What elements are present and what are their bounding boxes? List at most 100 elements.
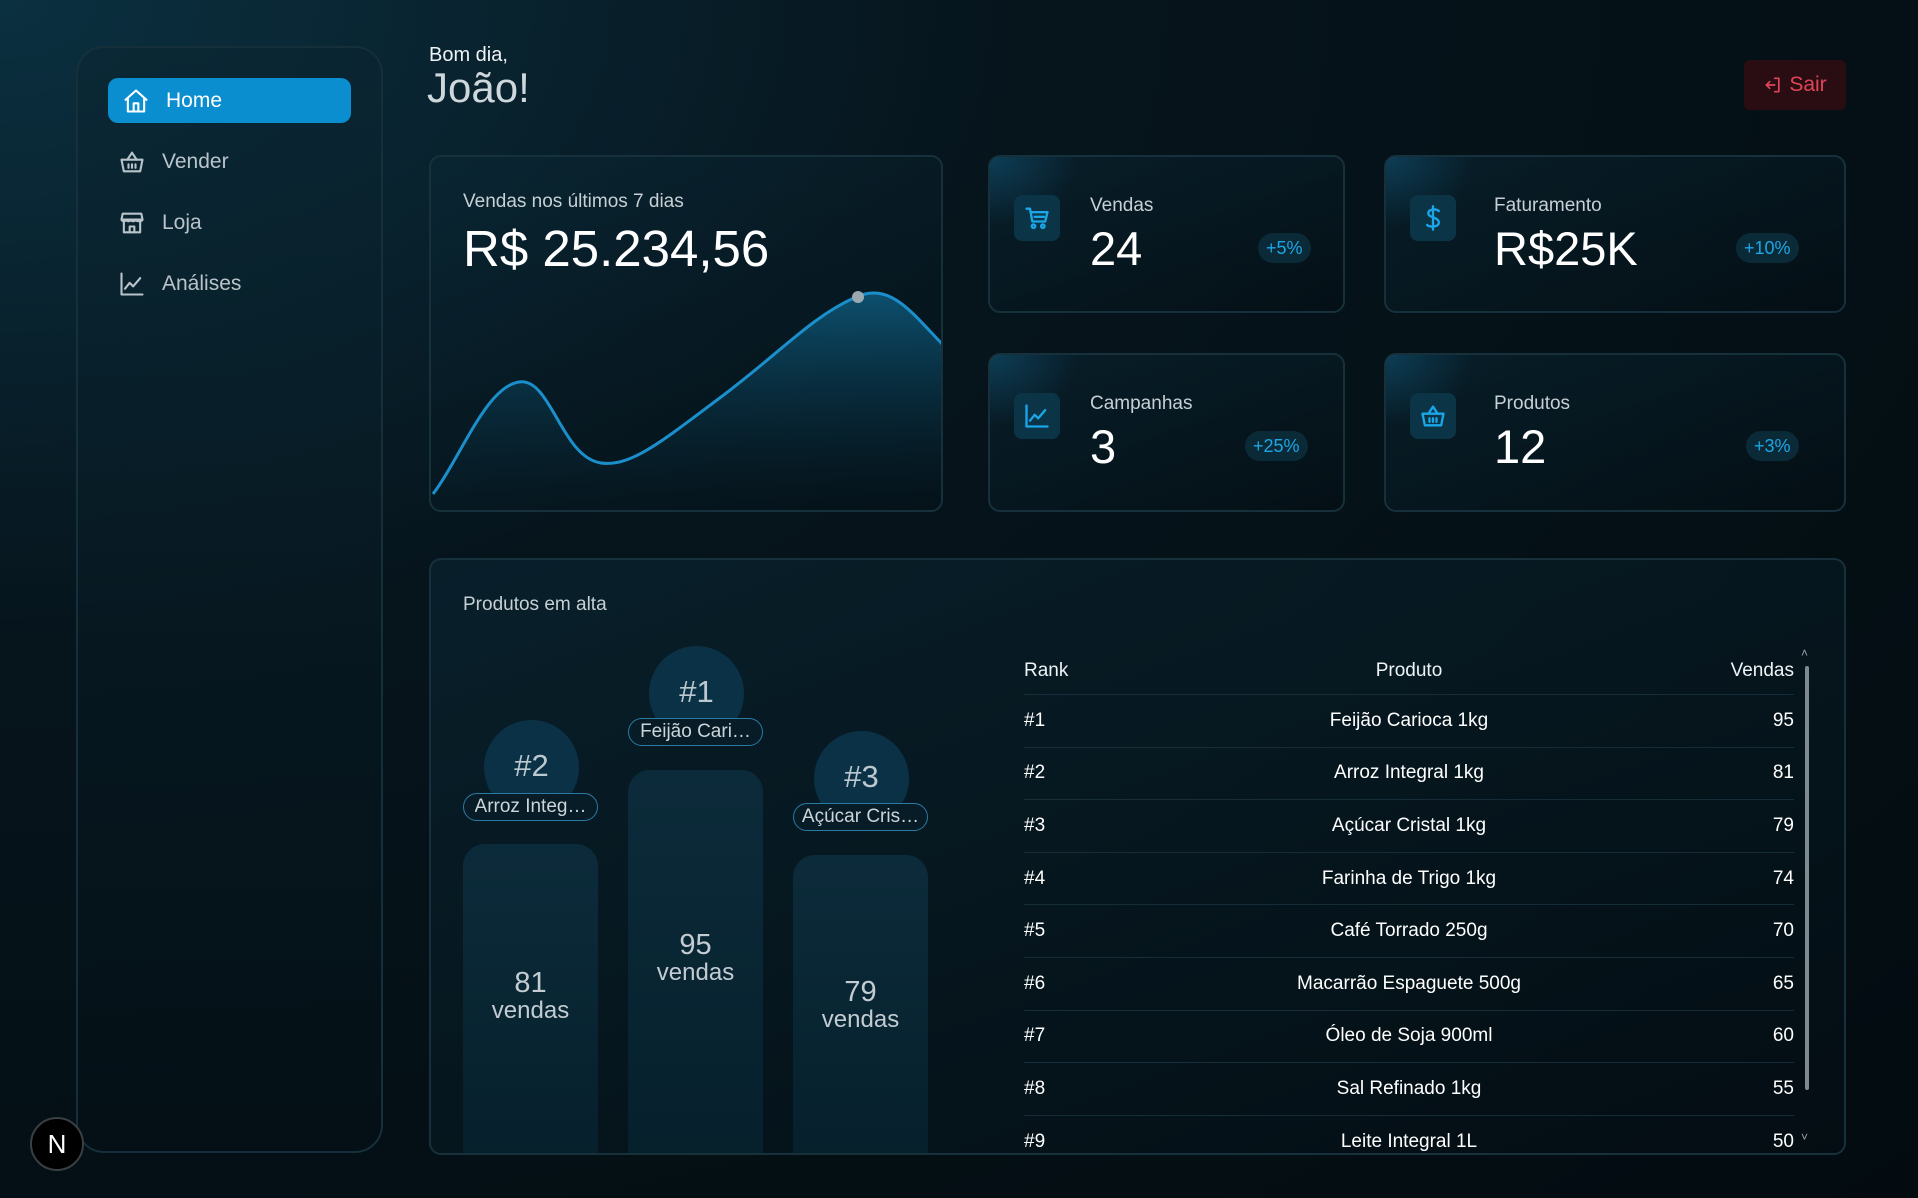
cell-rank: #7 — [1024, 1025, 1046, 1047]
stat-label: Campanhas — [1090, 393, 1193, 414]
podium-bar[interactable]: 95 vendas — [628, 770, 763, 1153]
stat-card-produtos: Produtos 12 +3% — [1384, 353, 1846, 512]
podium-sales: 81 — [514, 967, 547, 999]
stat-change-badge: +5% — [1258, 233, 1311, 263]
stat-label: Produtos — [1494, 393, 1571, 414]
table-row[interactable]: #7 Óleo de Soja 900ml 60 — [1024, 1009, 1794, 1063]
podium-unit: vendas — [821, 1006, 900, 1033]
sales-7-days-card: Vendas nos últimos 7 dias R$ 25.234,56 — [429, 155, 943, 512]
cell-rank: #4 — [1024, 867, 1046, 889]
cell-product: Leite Integral 1L — [1340, 1130, 1478, 1152]
top-products-card: Produtos em alta #2 81 vendas Arroz Inte… — [429, 558, 1846, 1155]
stat-label: Faturamento — [1494, 195, 1602, 216]
podium-unit: vendas — [656, 959, 735, 986]
cell-product: Açúcar Cristal 1kg — [1331, 814, 1487, 836]
table-row[interactable]: #4 Farinha de Trigo 1kg 74 — [1024, 851, 1794, 905]
column-header-sales[interactable]: Vendas — [1644, 660, 1794, 682]
podium-sales: 79 — [844, 976, 877, 1008]
home-icon — [122, 87, 150, 115]
cell-product: Arroz Integral 1kg — [1334, 762, 1484, 784]
top-products-table: Rank Produto Vendas #1 Feijão Carioca 1k… — [1024, 648, 1794, 1153]
stat-change-badge: +25% — [1245, 431, 1308, 461]
cell-product: Feijão Carioca 1kg — [1329, 709, 1489, 731]
cell-product: Farinha de Trigo 1kg — [1321, 867, 1497, 889]
sidebar-item-label: Vender — [162, 149, 229, 173]
cell-product: Macarrão Espaguete 500g — [1297, 972, 1521, 994]
stat-value: 3 — [1090, 420, 1117, 473]
table-row[interactable]: #6 Macarrão Espaguete 500g 65 — [1024, 956, 1794, 1010]
sparkline-highlight-point[interactable] — [852, 291, 864, 303]
cell-sales: 60 — [1772, 1025, 1794, 1047]
stat-change-badge: +10% — [1736, 233, 1799, 263]
framework-logo[interactable]: N — [30, 1117, 84, 1171]
table-row[interactable]: #8 Sal Refinado 1kg 55 — [1024, 1062, 1794, 1115]
dollar-icon — [1410, 195, 1456, 241]
stat-change-badge: +3% — [1746, 431, 1799, 461]
cell-product: Óleo de Soja 900ml — [1325, 1025, 1493, 1047]
cell-rank: #1 — [1024, 709, 1046, 731]
cell-sales: 50 — [1772, 1130, 1794, 1152]
cell-product: Café Torrado 250g — [1330, 920, 1488, 942]
cell-rank: #8 — [1024, 1077, 1046, 1099]
sidebar-item-home[interactable]: Home — [108, 78, 351, 123]
cell-rank: #9 — [1024, 1130, 1046, 1152]
sidebar-item-label: Loja — [162, 210, 202, 234]
cell-sales: 55 — [1772, 1077, 1794, 1099]
podium-bar[interactable]: 81 vendas — [463, 844, 598, 1153]
sidebar-item-vender[interactable]: Vender — [108, 139, 351, 184]
table-row[interactable]: #3 Açúcar Cristal 1kg 79 — [1024, 799, 1794, 852]
cell-sales: 70 — [1772, 920, 1794, 942]
column-header-rank[interactable]: Rank — [1024, 660, 1174, 682]
stat-card-faturamento: Faturamento R$25K +10% — [1384, 155, 1846, 313]
sales-card-value: R$ 25.234,56 — [463, 220, 770, 277]
basket-icon — [1410, 393, 1456, 439]
cell-sales: 81 — [1772, 762, 1794, 784]
podium-product-label: Arroz Integ… — [463, 793, 598, 821]
table-header: Rank Produto Vendas — [1024, 648, 1794, 694]
table-row[interactable]: #9 Leite Integral 1L 50 — [1024, 1114, 1794, 1153]
logout-label: Sair — [1789, 73, 1827, 96]
table-row[interactable]: #2 Arroz Integral 1kg 81 — [1024, 746, 1794, 800]
scroll-up-arrow-icon[interactable]: ˄ — [1801, 646, 1808, 660]
scroll-down-arrow-icon[interactable]: ˅ — [1801, 1130, 1808, 1144]
stat-label: Vendas — [1090, 195, 1154, 216]
podium-sales: 95 — [679, 929, 712, 961]
cell-rank: #6 — [1024, 972, 1046, 994]
cell-sales: 65 — [1772, 972, 1794, 994]
sidebar: Home Vender Loja Análises — [76, 46, 383, 1153]
sidebar-item-label: Home — [166, 88, 223, 112]
top-products-title: Produtos em alta — [463, 594, 607, 615]
sidebar-item-label: Análises — [162, 271, 242, 295]
chart-line-icon — [118, 270, 146, 298]
sparkline-area — [433, 293, 941, 510]
cell-sales: 95 — [1772, 709, 1794, 731]
stat-card-campanhas: Campanhas 3 +25% — [988, 353, 1345, 512]
cell-sales: 74 — [1772, 867, 1794, 889]
podium-bar[interactable]: 79 vendas — [793, 855, 928, 1153]
podium-product-label: Açúcar Cris… — [793, 803, 928, 831]
chart-line-icon — [1014, 393, 1060, 439]
podium-product-label: Feijão Cari… — [628, 718, 763, 746]
logout-button[interactable]: Sair — [1744, 60, 1846, 110]
stat-value: 24 — [1090, 222, 1143, 275]
basket-icon — [118, 148, 146, 176]
sidebar-item-loja[interactable]: Loja — [108, 200, 351, 245]
cell-rank: #5 — [1024, 920, 1046, 942]
cell-rank: #3 — [1024, 814, 1046, 836]
table-row[interactable]: #1 Feijão Carioca 1kg 95 — [1024, 694, 1794, 747]
podium-unit: vendas — [491, 997, 570, 1024]
column-header-product[interactable]: Produto — [1174, 660, 1644, 682]
cart-icon — [1014, 195, 1060, 241]
stat-value: R$25K — [1494, 222, 1638, 275]
table-row[interactable]: #5 Café Torrado 250g 70 — [1024, 904, 1794, 957]
user-name: João! — [427, 64, 530, 111]
stat-card-vendas: Vendas 24 +5% — [988, 155, 1345, 313]
store-icon — [118, 209, 146, 237]
table-scrollbar[interactable] — [1805, 666, 1809, 1090]
cell-product: Sal Refinado 1kg — [1336, 1077, 1482, 1099]
sales-card-label: Vendas nos últimos 7 dias — [463, 191, 684, 212]
sidebar-item-analises[interactable]: Análises — [108, 261, 351, 306]
cell-sales: 79 — [1772, 814, 1794, 836]
logout-icon — [1765, 77, 1780, 93]
cell-rank: #2 — [1024, 762, 1046, 784]
